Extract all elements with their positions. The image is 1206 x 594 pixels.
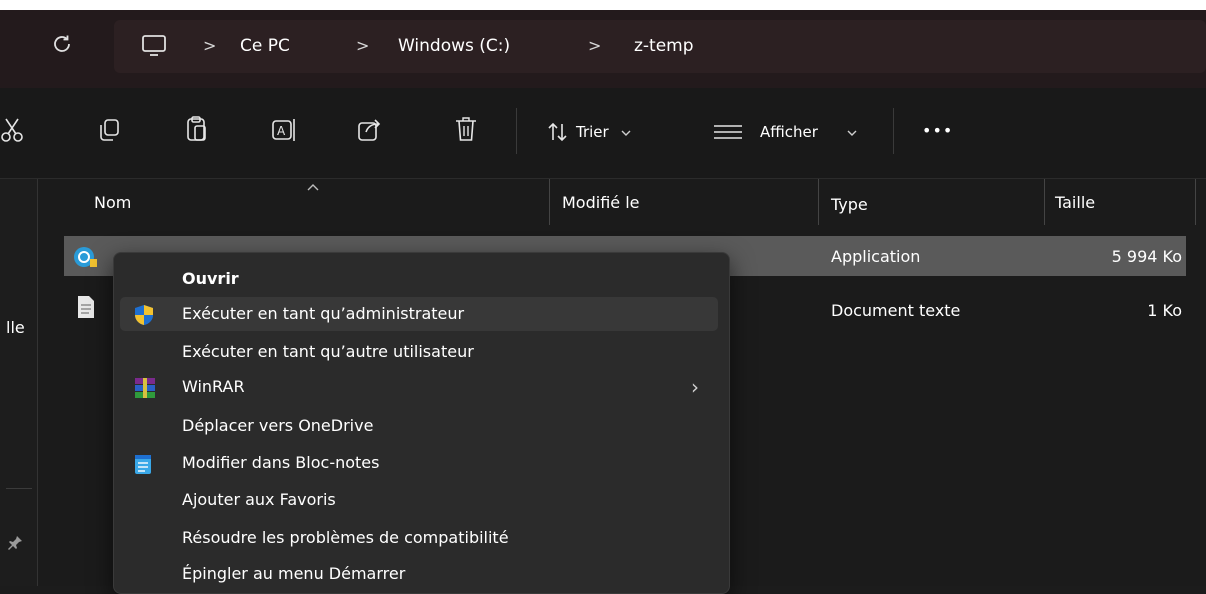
breadcrumb-chevron-icon: >	[203, 36, 217, 55]
sort-ascending-icon	[306, 177, 320, 191]
nav-divider	[6, 488, 32, 489]
sort-icon	[546, 120, 570, 148]
column-header-size[interactable]: Taille	[1055, 193, 1095, 212]
menu-item-run-as-admin[interactable]: Exécuter en tant qu’administrateur	[113, 297, 728, 331]
chevron-down-icon	[620, 124, 632, 143]
menu-item-label: Résoudre les problèmes de compatibilité	[182, 528, 509, 547]
file-type: Application	[831, 247, 921, 266]
menu-item-troubleshoot-compatibility[interactable]: Résoudre les problèmes de compatibilité	[113, 521, 728, 555]
breadcrumb-item-ce-pc[interactable]: Ce PC	[240, 36, 290, 56]
refresh-icon[interactable]	[50, 32, 74, 56]
menu-item-edit-in-notepad[interactable]: Modifier dans Bloc-notes	[113, 446, 728, 480]
shield-icon	[133, 304, 155, 325]
navigation-pane	[0, 179, 38, 586]
menu-item-label: Déplacer vers OneDrive	[182, 416, 374, 435]
chevron-down-icon	[846, 124, 858, 143]
more-options-button[interactable]: •••	[922, 121, 953, 140]
toolbar-separator	[516, 108, 517, 154]
text-file-icon	[76, 295, 96, 319]
file-size: 5 994 Ko	[1111, 247, 1182, 266]
nav-item-label[interactable]: lle	[6, 318, 25, 337]
menu-item-move-to-onedrive[interactable]: Déplacer vers OneDrive	[113, 409, 728, 443]
rename-icon[interactable]: A	[270, 116, 300, 144]
share-icon[interactable]	[356, 116, 384, 144]
column-divider[interactable]	[549, 179, 550, 225]
svg-text:A: A	[277, 124, 286, 138]
menu-item-label: WinRAR	[182, 377, 245, 396]
file-size: 1 Ko	[1147, 301, 1182, 320]
menu-item-pin-to-start[interactable]: Épingler au menu Démarrer	[113, 557, 728, 586]
sort-label: Trier	[576, 123, 609, 141]
menu-item-label: Ouvrir	[182, 269, 239, 288]
column-header-name[interactable]: Nom	[94, 193, 131, 212]
menu-item-label: Exécuter en tant qu’autre utilisateur	[182, 342, 474, 361]
menu-item-label: Exécuter en tant qu’administrateur	[182, 304, 465, 323]
toolbar-separator	[893, 108, 894, 154]
delete-icon[interactable]	[453, 115, 479, 145]
paste-icon[interactable]	[184, 114, 210, 144]
copy-icon[interactable]	[96, 116, 122, 144]
application-icon	[72, 245, 98, 269]
winrar-icon	[133, 377, 155, 398]
list-view-icon	[712, 122, 744, 146]
menu-item-label: Ajouter aux Favoris	[182, 490, 336, 509]
file-type: Document texte	[831, 301, 961, 320]
menu-item-run-as-other-user[interactable]: Exécuter en tant qu’autre utilisateur	[113, 335, 728, 369]
view-label: Afficher	[760, 123, 818, 141]
window-top-edge	[0, 0, 1206, 10]
view-button[interactable]: Afficher	[712, 120, 872, 146]
menu-item-open[interactable]: Ouvrir	[113, 262, 728, 296]
breadcrumb-item-windows-c[interactable]: Windows (C:)	[398, 36, 510, 56]
column-divider[interactable]	[1044, 179, 1045, 225]
menu-item-winrar[interactable]: WinRAR ›	[113, 370, 728, 404]
cut-icon[interactable]	[0, 116, 26, 144]
pin-icon	[6, 534, 24, 552]
menu-item-label: Épingler au menu Démarrer	[182, 564, 406, 583]
computer-icon	[140, 33, 168, 59]
breadcrumb-chevron-icon: >	[356, 36, 370, 55]
sort-button[interactable]: Trier	[546, 120, 666, 146]
column-header-modified[interactable]: Modifié le	[562, 193, 640, 212]
breadcrumb-item-z-temp[interactable]: z-temp	[634, 36, 694, 56]
notepad-icon	[133, 453, 155, 474]
column-header-type[interactable]: Type	[831, 195, 868, 214]
submenu-arrow-icon: ›	[691, 375, 699, 399]
column-divider[interactable]	[818, 179, 819, 225]
menu-item-label: Modifier dans Bloc-notes	[182, 453, 380, 472]
menu-item-add-to-favorites[interactable]: Ajouter aux Favoris	[113, 483, 728, 517]
column-divider[interactable]	[1195, 179, 1196, 225]
breadcrumb-chevron-icon: >	[588, 36, 602, 55]
